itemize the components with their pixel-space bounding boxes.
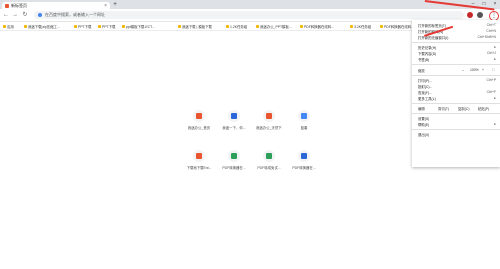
- folder-icon: [122, 24, 125, 28]
- bookmark-item[interactable]: ppt模板下载-ECT...: [122, 23, 155, 29]
- bookmark-item[interactable]: 应用: [3, 23, 14, 29]
- site-icon: [301, 153, 307, 159]
- menu-divider: [412, 42, 500, 43]
- menu-item-new-window[interactable]: 打开新的窗口(N)Ctrl+N: [412, 29, 500, 34]
- menu-zoom-row: 缩放 – 100% + ⛶: [412, 68, 500, 73]
- apps-icon: [3, 24, 6, 28]
- menu-divider: [412, 103, 500, 104]
- tab-title: 新标签页: [11, 2, 27, 8]
- menu-item-print[interactable]: 打印(P)... Ctrl+P: [412, 78, 500, 83]
- zoom-in-button[interactable]: +: [482, 68, 484, 72]
- cut-button[interactable]: 剪切(T): [438, 106, 449, 111]
- folder-icon: [178, 24, 181, 28]
- extensions-puzzle-icon[interactable]: [477, 12, 483, 18]
- back-button[interactable]: ←: [2, 10, 10, 20]
- reload-button[interactable]: ↻: [21, 10, 29, 20]
- shortcut-tile[interactable]: PDF转换器在...: [291, 150, 317, 170]
- tab-new-tab[interactable]: 新标签页 ×: [2, 2, 110, 9]
- folder-icon: [24, 24, 27, 28]
- menu-item-find[interactable]: 查找(F)... Ctrl+F: [412, 90, 500, 95]
- shortcut-tile[interactable]: 我迷办公_天然下...: [256, 110, 282, 130]
- bookmark-item[interactable]: 1.2K任务组: [226, 23, 247, 29]
- shortcut-tile[interactable]: PDF转换器在...: [221, 150, 247, 170]
- site-icon: [266, 113, 272, 119]
- menu-item-more-tools[interactable]: 更多工具(L) ▸: [412, 96, 500, 101]
- bookmark-item[interactable]: 我迷下载|zip压缩工...: [24, 23, 60, 29]
- menu-divider: [412, 64, 500, 65]
- fullscreen-icon[interactable]: ⛶: [492, 68, 494, 72]
- shortcut-tile[interactable]: 下载地下载Ent...: [186, 150, 212, 170]
- bookmark-item[interactable]: PDF转换器在线转...: [300, 23, 334, 29]
- zoom-label: 缩放: [418, 69, 425, 73]
- folder-icon: [226, 24, 229, 28]
- folder-icon: [74, 24, 77, 28]
- omnibox-placeholder: 在百度中搜索，或者输入一个网址: [45, 12, 105, 17]
- site-icon: [231, 153, 237, 159]
- search-engine-icon: [38, 13, 42, 17]
- folder-icon: [380, 24, 383, 28]
- menu-item-history[interactable]: 历史记录(H) ▸: [412, 45, 500, 50]
- menu-divider: [412, 129, 500, 130]
- bookmark-item[interactable]: 我迷办公_PPT模板...: [256, 23, 292, 29]
- menu-item-downloads[interactable]: 下载内容(D) Ctrl+J: [412, 51, 500, 56]
- new-tab-button[interactable]: +: [113, 1, 117, 8]
- site-icon: [196, 113, 202, 119]
- menu-item-settings[interactable]: 设置(S): [412, 116, 500, 121]
- folder-icon: [300, 24, 303, 28]
- menu-item-new-tab[interactable]: 打开新的标签页(T) Ctrl+T: [412, 23, 500, 28]
- zoom-value: 100%: [470, 68, 479, 72]
- menu-item-help[interactable]: 帮助(E) ▸: [412, 122, 500, 127]
- zoom-out-button[interactable]: –: [462, 68, 464, 72]
- tab-favicon-icon: [5, 3, 9, 8]
- copy-button[interactable]: 复制(C): [458, 106, 470, 111]
- site-icon: [231, 113, 237, 119]
- shortcut-tile[interactable]: 我迷办公_首页: [186, 110, 212, 130]
- shortcut-tile[interactable]: 我迷一下，你...: [221, 110, 247, 130]
- site-icon: [301, 113, 307, 119]
- menu-divider: [412, 75, 500, 76]
- shortcut-tile[interactable]: PDF转成免试...: [256, 150, 282, 170]
- site-icon: [266, 153, 272, 159]
- folder-icon: [98, 24, 101, 28]
- edit-label: 编辑: [418, 107, 425, 111]
- bookmark-item[interactable]: PDF转换器在线转...: [380, 23, 414, 29]
- bookmark-item[interactable]: 我迷下载 | 模板下载: [178, 23, 212, 29]
- omnibox[interactable]: 在百度中搜索，或者输入一个网址: [34, 11, 464, 19]
- folder-icon: [350, 24, 353, 28]
- bookmark-item[interactable]: PPT下载: [98, 23, 115, 29]
- site-icon: [196, 153, 202, 159]
- menu-divider: [412, 113, 500, 114]
- bookmark-item[interactable]: PPT下载: [74, 23, 91, 29]
- tab-close-icon[interactable]: ×: [104, 3, 107, 9]
- bookmark-item[interactable]: 3.2K任务组: [350, 23, 371, 29]
- extension-icon[interactable]: [467, 12, 473, 18]
- menu-item-bookmarks[interactable]: 书签(B) ▸: [412, 57, 500, 62]
- chrome-context-menu: 打开新的标签页(T)Ctrl+T 打开新的窗口(N)Ctrl+N 打开新的无痕窗…: [412, 20, 500, 167]
- menu-edit-row: 编辑 剪切(T) 复制(C) 粘贴(P): [412, 106, 500, 112]
- shortcut-tile[interactable]: 蓝奏: [291, 110, 317, 130]
- menu-item-exit[interactable]: 退出(X): [412, 132, 500, 137]
- forward-button[interactable]: →: [11, 10, 19, 20]
- paste-button[interactable]: 粘贴(P): [478, 106, 489, 111]
- menu-item-cast[interactable]: 投射(C)...: [412, 84, 500, 89]
- folder-icon: [256, 24, 259, 28]
